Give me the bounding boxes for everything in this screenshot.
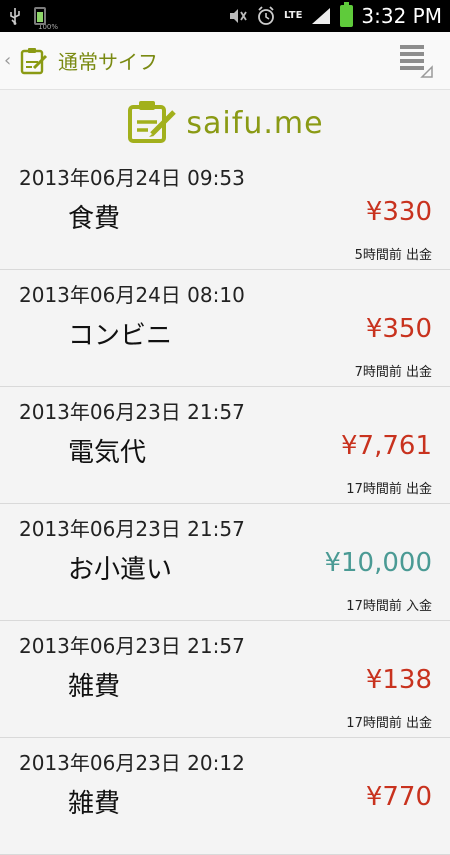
app-icon[interactable] — [18, 46, 48, 76]
list-item[interactable]: 2013年06月24日 09:53 食費 ¥330 5時間前 出金 — [0, 153, 450, 270]
logo-clipboard-icon — [128, 101, 177, 143]
transaction-category: お小遣い — [68, 555, 173, 585]
transaction-list: 2013年06月24日 09:53 食費 ¥330 5時間前 出金 2013年0… — [0, 153, 450, 855]
transaction-amount: ¥350 — [365, 314, 432, 344]
list-item[interactable]: 2013年06月24日 08:10 コンビニ ¥350 7時間前 出金 — [0, 270, 450, 387]
transaction-date: 2013年06月23日 21:57 — [19, 400, 245, 424]
transaction-category: 電気代 — [68, 438, 147, 468]
transaction-category: 食費 — [68, 204, 121, 234]
alarm-icon — [256, 6, 276, 26]
list-item[interactable]: 2013年06月23日 21:57 お小遣い ¥10,000 17時間前 入金 — [0, 504, 450, 621]
clock: 3:32 PM — [361, 4, 442, 28]
list-item[interactable]: 2013年06月23日 21:57 雑費 ¥138 17時間前 出金 — [0, 621, 450, 738]
back-chevron-icon[interactable]: ‹ — [4, 50, 14, 71]
transaction-meta: 17時間前 出金 — [346, 482, 432, 497]
transaction-date: 2013年06月24日 08:10 — [19, 283, 245, 307]
transaction-category: コンビニ — [68, 321, 173, 351]
transaction-date: 2013年06月24日 09:53 — [19, 166, 245, 190]
action-bar: ‹ 通常サイフ — [0, 32, 450, 90]
usb-icon — [8, 7, 22, 25]
battery-icon: 100% — [34, 1, 58, 31]
transaction-amount: ¥770 — [365, 782, 432, 812]
transaction-category: 雑費 — [68, 672, 121, 702]
list-item[interactable]: 2013年06月23日 21:57 電気代 ¥7,761 17時間前 出金 — [0, 387, 450, 504]
transaction-meta: 5時間前 出金 — [354, 248, 432, 263]
mute-icon — [228, 7, 248, 25]
transaction-date: 2013年06月23日 21:57 — [19, 517, 245, 541]
transaction-meta: 17時間前 入金 — [346, 599, 432, 614]
battery-full-icon — [340, 2, 354, 27]
transaction-amount: ¥7,761 — [341, 431, 432, 461]
logo-text: saifu.me — [186, 105, 324, 141]
list-menu-icon — [400, 44, 433, 78]
transaction-date: 2013年06月23日 21:57 — [19, 634, 245, 658]
transaction-meta: 7時間前 出金 — [354, 365, 432, 380]
transaction-amount: ¥138 — [365, 665, 432, 695]
saifu-logo: saifu.me — [0, 94, 450, 152]
wallet-title[interactable]: 通常サイフ — [58, 46, 158, 75]
list-menu-button[interactable] — [398, 41, 434, 81]
status-bar: 100% LTE 3:32 PM — [0, 0, 450, 32]
transaction-meta: 17時間前 出金 — [346, 716, 432, 731]
transaction-amount: ¥330 — [365, 197, 432, 227]
network-type-label: LTE — [284, 10, 303, 21]
transaction-amount: ¥10,000 — [324, 548, 432, 578]
transaction-date: 2013年06月23日 20:12 — [19, 751, 245, 775]
transaction-category: 雑費 — [68, 789, 121, 819]
signal-icon — [310, 6, 332, 26]
list-item[interactable]: 2013年06月23日 20:12 雑費 ¥770 — [0, 738, 450, 855]
